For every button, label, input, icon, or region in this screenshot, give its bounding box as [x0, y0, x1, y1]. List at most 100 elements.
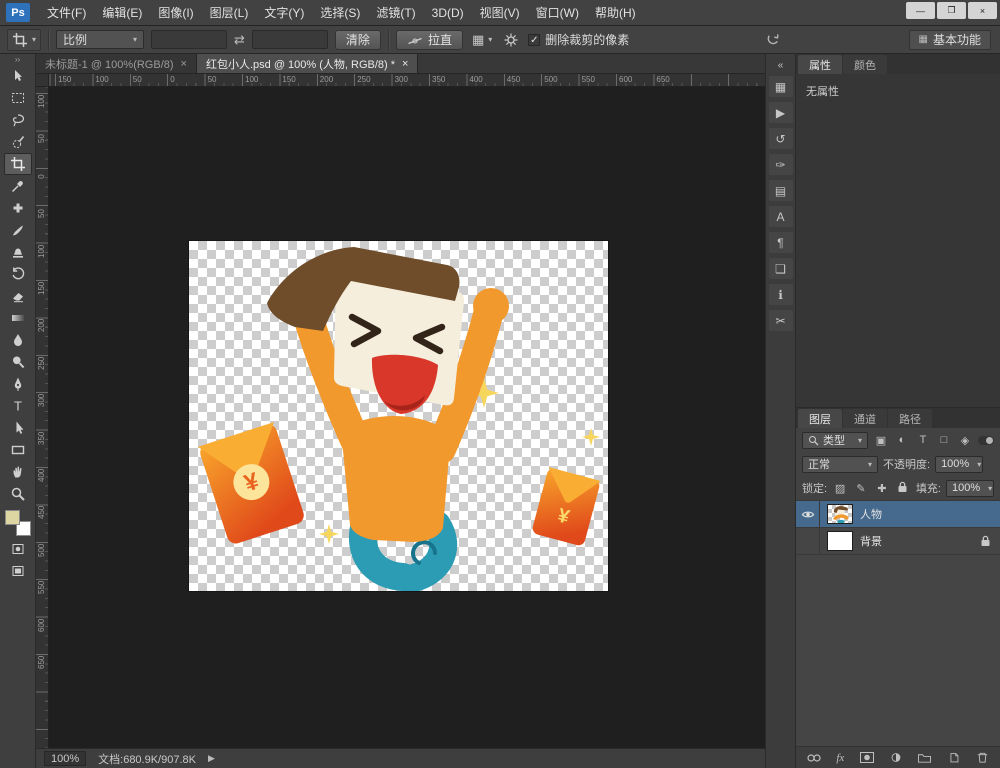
link-layers-icon[interactable]: [806, 752, 822, 764]
delete-cropped-pixels-option[interactable]: ✓ 删除裁剪的像素: [528, 31, 629, 48]
visibility-toggle-off[interactable]: [796, 528, 820, 554]
tab-properties[interactable]: 属性: [798, 55, 842, 74]
path-selection-tool[interactable]: [4, 417, 32, 439]
eyedropper-tool[interactable]: [4, 175, 32, 197]
move-tool[interactable]: [4, 65, 32, 87]
straighten-button[interactable]: 拉直: [396, 30, 463, 50]
zoom-tool[interactable]: [4, 483, 32, 505]
brush-presets-icon[interactable]: ✑: [769, 154, 793, 175]
menu-3d[interactable]: 3D(D): [424, 0, 472, 26]
actions-icon[interactable]: ▶: [769, 102, 793, 123]
workspace-switcher[interactable]: ▦ 基本功能: [909, 30, 991, 50]
new-layer-icon[interactable]: [947, 751, 961, 764]
crop-tool-preset[interactable]: ▾: [7, 29, 41, 51]
lock-all-icon[interactable]: [895, 481, 911, 496]
quick-mask-toggle[interactable]: [4, 538, 32, 560]
close-tab-icon[interactable]: ×: [181, 58, 187, 70]
paragraph-panel-icon[interactable]: ¶: [769, 232, 793, 253]
character-panel-icon[interactable]: A: [769, 206, 793, 227]
horizontal-ruler[interactable]: 1501005005010015020025030035040045050055…: [49, 74, 765, 87]
menu-type[interactable]: 文字(Y): [256, 0, 312, 26]
menu-image[interactable]: 图像(I): [150, 0, 201, 26]
status-expand-icon[interactable]: ▶: [208, 753, 215, 764]
filter-type-layers-icon[interactable]: T: [915, 434, 931, 446]
tab-hongbao-psd[interactable]: 红包小人.psd @ 100% (人物, RGB/8) * ×: [197, 54, 418, 73]
clone-source-icon[interactable]: ❏: [769, 258, 793, 279]
type-tool[interactable]: T: [4, 395, 32, 417]
ruler-origin-corner[interactable]: [36, 74, 49, 87]
filter-pixel-layers-icon[interactable]: ▣: [873, 434, 889, 447]
add-layer-mask-icon[interactable]: [859, 751, 875, 764]
swatches-icon[interactable]: ▦: [769, 76, 793, 97]
clear-button[interactable]: 清除: [335, 30, 381, 50]
minimize-button[interactable]: —: [906, 2, 935, 19]
layer-styles-icon[interactable]: fx: [836, 752, 844, 764]
tab-color[interactable]: 颜色: [843, 55, 887, 74]
layer-thumbnail[interactable]: [827, 504, 853, 524]
dodge-tool[interactable]: [4, 351, 32, 373]
rectangular-marquee-tool[interactable]: [4, 87, 32, 109]
history-brush-tool[interactable]: [4, 263, 32, 285]
screen-mode-toggle[interactable]: [4, 560, 32, 582]
close-tab-icon[interactable]: ×: [402, 58, 408, 70]
lock-transparent-pixels-icon[interactable]: ▨: [832, 482, 848, 495]
healing-brush-tool[interactable]: [4, 197, 32, 219]
canvas-workspace[interactable]: ¥ ¥: [49, 87, 765, 748]
blur-tool[interactable]: [4, 329, 32, 351]
swap-dimensions-icon[interactable]: ⇄: [234, 32, 245, 48]
fill-value-dropdown[interactable]: 100% ▾: [946, 480, 994, 497]
checkbox-checked-icon[interactable]: ✓: [528, 34, 540, 46]
layer-thumbnail[interactable]: [827, 531, 853, 551]
eraser-tool[interactable]: [4, 285, 32, 307]
menu-select[interactable]: 选择(S): [312, 0, 368, 26]
brush-tool[interactable]: [4, 219, 32, 241]
layer-filter-toggle[interactable]: [978, 436, 994, 445]
menu-help[interactable]: 帮助(H): [587, 0, 644, 26]
layer-filter-type-dropdown[interactable]: 类型 ▾: [802, 432, 868, 449]
tool-presets-icon[interactable]: ▤: [769, 180, 793, 201]
menu-window[interactable]: 窗口(W): [528, 0, 587, 26]
adjustment-layer-icon[interactable]: [889, 751, 903, 764]
collapse-toolbar-icon[interactable]: ››: [15, 55, 20, 65]
delete-layer-icon[interactable]: [975, 751, 990, 764]
filter-shape-layers-icon[interactable]: □: [936, 434, 952, 446]
crop-options-gear-icon[interactable]: [501, 32, 521, 48]
layer-row-figure[interactable]: 人物: [796, 501, 1000, 528]
vertical-ruler[interactable]: 1005005010015020025030035040045050055060…: [36, 87, 49, 748]
blend-mode-dropdown[interactable]: 正常 ▾: [802, 456, 878, 473]
info-panel-icon[interactable]: ℹ: [769, 284, 793, 305]
filter-adjustment-layers-icon[interactable]: ◐: [894, 434, 910, 446]
zoom-level-field[interactable]: 100%: [44, 751, 86, 766]
lock-image-pixels-icon[interactable]: ✎: [853, 482, 869, 495]
menu-file[interactable]: 文件(F): [39, 0, 94, 26]
crop-ratio-dropdown[interactable]: 比例 ▾: [56, 30, 144, 49]
gradient-tool[interactable]: [4, 307, 32, 329]
lasso-tool[interactable]: [4, 109, 32, 131]
history-icon[interactable]: ↺: [769, 128, 793, 149]
new-group-icon[interactable]: [917, 752, 932, 764]
close-button[interactable]: ×: [968, 2, 997, 19]
tab-channels[interactable]: 通道: [843, 409, 887, 428]
document-image[interactable]: ¥ ¥: [189, 241, 608, 591]
restore-button[interactable]: ❐: [937, 2, 966, 19]
quick-selection-tool[interactable]: [4, 131, 32, 153]
overlay-options-icon[interactable]: ▦▾: [470, 32, 494, 48]
tab-untitled-1[interactable]: 未标题-1 @ 100%(RGB/8) ×: [36, 54, 197, 73]
foreground-color-swatch[interactable]: [5, 510, 20, 525]
shape-tool[interactable]: [4, 439, 32, 461]
layer-row-background[interactable]: 背景: [796, 528, 1000, 555]
crop-tool[interactable]: [4, 153, 32, 175]
visibility-toggle[interactable]: [796, 501, 820, 527]
menu-edit[interactable]: 编辑(E): [94, 0, 150, 26]
menu-layer[interactable]: 图层(L): [202, 0, 257, 26]
crop-width-input[interactable]: [151, 30, 227, 49]
tab-paths[interactable]: 路径: [888, 409, 932, 428]
menu-view[interactable]: 视图(V): [472, 0, 528, 26]
measure-icon[interactable]: ✂: [769, 310, 793, 331]
hand-tool[interactable]: [4, 461, 32, 483]
pen-tool[interactable]: [4, 373, 32, 395]
menu-filter[interactable]: 滤镜(T): [368, 0, 423, 26]
opacity-value-dropdown[interactable]: 100% ▾: [935, 456, 983, 473]
reset-icon[interactable]: [763, 32, 783, 48]
expand-panels-icon[interactable]: «: [769, 59, 793, 71]
